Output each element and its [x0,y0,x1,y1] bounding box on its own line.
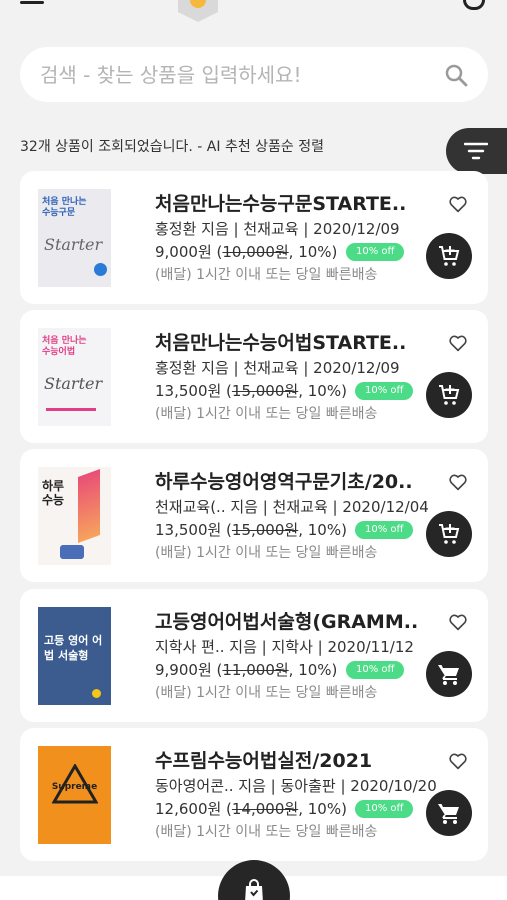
discount-rate: , 10%) [288,661,338,679]
product-card[interactable]: Supreme 수프림수능어법실전/2021 동아영어콘.. 지음 | 동아출판… [20,728,488,861]
discount-badge: 10% off [355,521,414,539]
discount-rate: , 10%) [298,521,347,539]
add-to-cart-icon [439,385,460,405]
product-price: 13,500원 (15,000원, 10%) [155,519,347,540]
delivery-info: (배달) 1시간 이내 또는 당일 빠른배송 [155,267,378,283]
product-card[interactable]: 처음 만나는 수능어법 Starter 처음만나는수능어법STARTE.. 홍정… [20,310,488,443]
book-cover[interactable]: 처음 만나는 수능어법 Starter [38,328,111,426]
original-price: 15,000원 [231,521,299,539]
sale-price: 9,900원 ( [155,661,223,679]
delivery-info: (배달) 1시간 이내 또는 당일 빠른배송 [155,406,378,422]
product-title[interactable]: 수프림수능어법실전/2021 [155,746,372,773]
result-count-text: 32개 상품이 조회되었습니다. - AI 추천 상품순 정렬 [20,139,325,155]
top-bar [0,0,507,30]
menu-icon[interactable] [20,0,44,8]
product-price: 12,600원 (14,000원, 10%) [155,798,347,819]
discount-badge: 10% off [355,382,414,400]
add-to-cart-button[interactable] [426,511,472,557]
book-cover[interactable]: Supreme [38,746,111,844]
cover-title: 하루 수능 [42,479,65,507]
book-cover[interactable]: 처음 만나는 수능구문 Starter [38,189,111,287]
discount-badge: 10% off [346,243,405,261]
product-price: 9,000원 (10,000원, 10%) [155,241,337,262]
sale-price: 13,500원 ( [155,382,232,400]
heart-icon[interactable] [448,473,468,491]
cover-script: Starter [44,374,103,393]
add-to-cart-button[interactable] [426,233,472,279]
search-icon[interactable] [444,63,468,87]
user-icon[interactable] [463,0,485,10]
cover-script: Starter [44,235,103,254]
product-meta: 동아영어콘.. 지음 | 동아출판 | 2020/10/20 [155,777,437,795]
discount-rate: , 10%) [288,243,338,261]
product-card[interactable]: 처음 만나는 수능구문 Starter 처음만나는수능구문STARTE.. 홍정… [20,171,488,304]
product-meta: 지학사 편.. 지음 | 지학사 | 2020/11/12 [155,638,414,656]
product-title[interactable]: 처음만나는수능어법STARTE.. [155,328,406,355]
heart-icon[interactable] [448,195,468,213]
product-meta: 천재교육(.. 지음 | 천재교육 | 2020/12/04 [155,498,429,516]
cart-icon [438,804,459,824]
delivery-info: (배달) 1시간 이내 또는 당일 빠른배송 [155,685,378,701]
cover-title: 처음 만나는 수능구문 [42,197,87,218]
filter-button[interactable] [446,128,507,174]
product-meta: 홍정환 지음 | 천재교육 | 2020/12/09 [155,220,400,238]
product-price: 9,900원 (11,000원, 10%) [155,659,337,680]
search-bar [20,47,488,102]
cart-button[interactable] [426,651,472,697]
cover-title: Supreme [51,782,98,792]
delivery-info: (배달) 1시간 이내 또는 당일 빠른배송 [155,824,378,840]
discount-rate: , 10%) [298,382,347,400]
original-price: 15,000원 [231,382,299,400]
add-to-cart-icon [439,524,460,544]
heart-icon[interactable] [448,752,468,770]
book-cover[interactable]: 하루 수능 [38,467,111,565]
shopping-bag-icon [245,879,263,900]
delivery-info: (배달) 1시간 이내 또는 당일 빠른배송 [155,545,378,561]
discount-badge: 10% off [346,661,405,679]
discount-rate: , 10%) [298,800,347,818]
original-price: 14,000원 [231,800,299,818]
product-card[interactable]: 고등 영어 어법 서술형 고등영어어법서술형(GRAMM.. 지학사 편.. 지… [20,589,488,722]
add-to-cart-icon [439,246,460,266]
product-price: 13,500원 (15,000원, 10%) [155,380,347,401]
sale-price: 13,500원 ( [155,521,232,539]
product-title[interactable]: 처음만나는수능구문STARTE.. [155,189,406,216]
filter-icon [464,142,488,160]
cover-title: 처음 만나는 수능어법 [42,336,87,357]
book-cover[interactable]: 고등 영어 어법 서술형 [38,607,111,705]
cover-title: 고등 영어 어법 서술형 [44,634,103,662]
heart-icon[interactable] [448,613,468,631]
original-price: 11,000원 [222,661,289,679]
product-title[interactable]: 고등영어어법서술형(GRAMM.. [155,607,418,634]
cart-icon [438,665,459,685]
product-card[interactable]: 하루 수능 하루수능영어영역구문기초/20.. 천재교육(.. 지음 | 천재교… [20,449,488,582]
cart-button[interactable] [426,790,472,836]
sale-price: 12,600원 ( [155,800,232,818]
discount-badge: 10% off [355,800,414,818]
product-title[interactable]: 하루수능영어영역구문기초/20.. [155,467,413,494]
search-input[interactable] [40,47,440,102]
shopping-bag-button[interactable] [218,860,290,900]
sale-price: 9,000원 ( [155,243,223,261]
logo-icon [178,0,218,22]
original-price: 10,000원 [222,243,289,261]
product-meta: 홍정환 지음 | 천재교육 | 2020/12/09 [155,359,400,377]
heart-icon[interactable] [448,334,468,352]
add-to-cart-button[interactable] [426,372,472,418]
